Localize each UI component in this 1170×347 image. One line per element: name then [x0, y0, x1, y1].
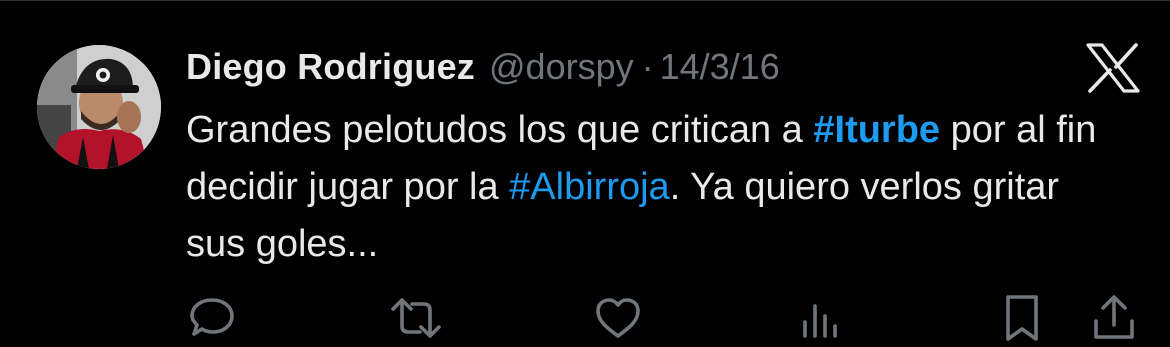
tweet-header: Diego Rodriguez @dorspy · 14/3/16 [186, 44, 780, 90]
views-icon [803, 304, 837, 338]
top-divider [0, 0, 1170, 1]
reply-button[interactable] [184, 290, 240, 346]
tweet-date[interactable]: 14/3/16 [660, 46, 780, 88]
share-button[interactable] [1086, 290, 1142, 346]
like-icon [596, 298, 640, 338]
bookmark-button[interactable] [994, 290, 1050, 346]
author-display-name[interactable]: Diego Rodriguez [186, 46, 475, 88]
bookmark-icon [1006, 295, 1038, 341]
views-button[interactable] [792, 290, 848, 346]
hashtag-iturbe[interactable]: #Iturbe [813, 109, 940, 151]
hashtag-albirroja[interactable]: #Albirroja [509, 166, 670, 208]
tweet-text-part-1: Grandes pelotudos los que critican a [186, 109, 814, 151]
x-logo-icon [1085, 43, 1141, 93]
separator-dot: · [641, 46, 654, 87]
avatar[interactable] [37, 45, 161, 169]
retweet-icon [391, 298, 441, 338]
tweet-text: Grandes pelotudos los que critican a #It… [186, 102, 1106, 273]
author-handle[interactable]: @dorspy [489, 46, 634, 88]
share-icon [1094, 295, 1134, 339]
action-bar [0, 290, 1170, 347]
retweet-button[interactable] [388, 290, 444, 346]
reply-icon [190, 298, 234, 336]
like-button[interactable] [590, 290, 646, 346]
